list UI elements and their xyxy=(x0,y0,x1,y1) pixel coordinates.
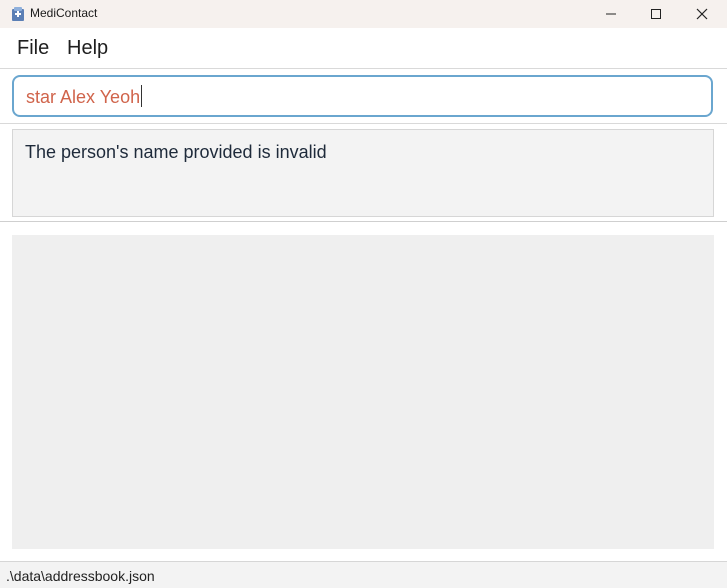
maximize-icon xyxy=(651,9,661,19)
menu-file[interactable]: File xyxy=(17,37,49,60)
result-display[interactable]: The person's name provided is invalid xyxy=(12,129,714,217)
minimize-button[interactable] xyxy=(588,0,634,28)
text-caret xyxy=(141,85,143,107)
command-area: star Alex Yeoh xyxy=(0,69,727,124)
close-button[interactable] xyxy=(679,0,725,28)
result-area: The person's name provided is invalid xyxy=(0,124,727,222)
person-list-panel[interactable] xyxy=(12,235,714,549)
command-text: star Alex Yeoh xyxy=(26,85,143,107)
menu-bar: File Help xyxy=(0,28,727,69)
window-title: MediContact xyxy=(30,6,98,20)
title-bar: MediContact xyxy=(0,0,727,28)
command-input[interactable]: star Alex Yeoh xyxy=(12,75,713,117)
minimize-icon xyxy=(606,13,616,15)
close-icon xyxy=(696,8,708,20)
menu-help[interactable]: Help xyxy=(67,37,108,60)
status-bar: .\data\addressbook.json xyxy=(0,561,727,588)
result-message: The person's name provided is invalid xyxy=(25,142,327,162)
save-location: .\data\addressbook.json xyxy=(6,568,155,584)
maximize-button[interactable] xyxy=(633,0,679,28)
app-icon xyxy=(12,7,24,21)
